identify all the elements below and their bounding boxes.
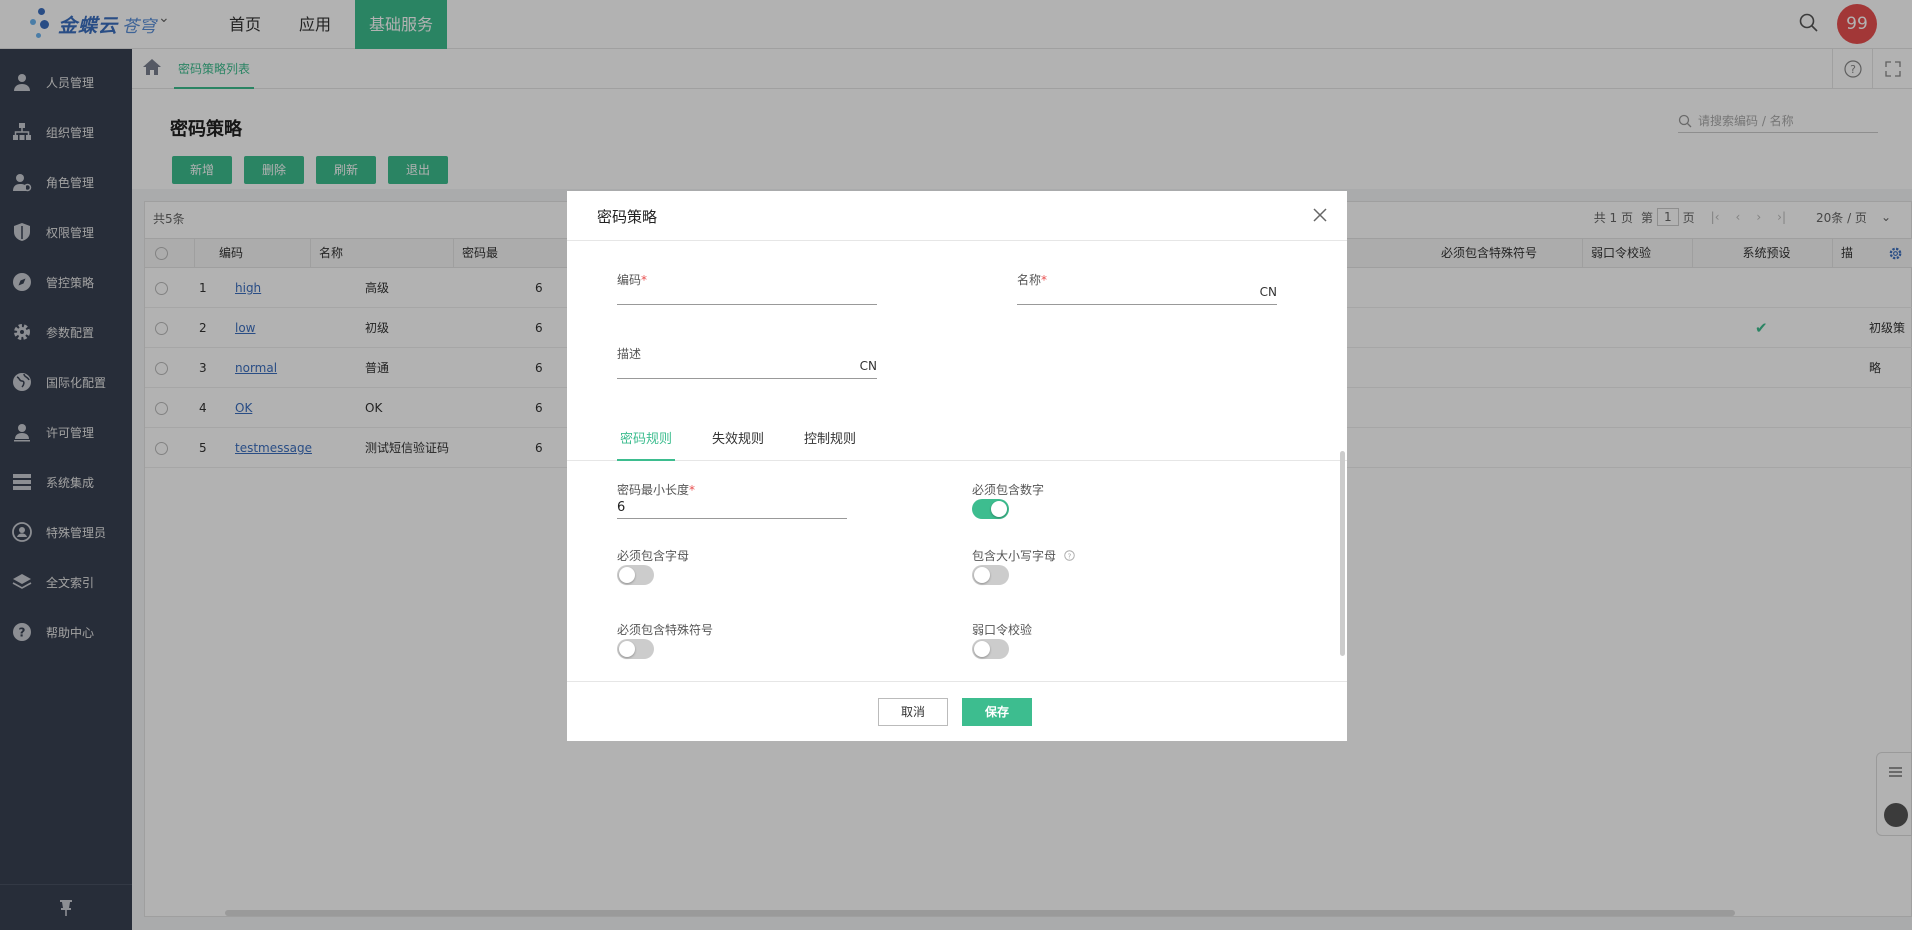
svg-text:?: ? [1067,551,1071,560]
save-button[interactable]: 保存 [962,698,1032,726]
case-label: 包含大小写字母 ? [972,547,1075,564]
special-char-label: 必须包含特殊符号 [617,623,714,637]
dialog-tabs: 密码规则 失效规则 控制规则 [567,419,1347,461]
must-digit-toggle[interactable] [972,499,1009,519]
code-input[interactable] [617,281,877,305]
special-char-toggle[interactable] [617,639,654,659]
weak-password-toggle[interactable] [972,639,1009,659]
tab-password-rules[interactable]: 密码规则 [617,419,676,461]
name-input[interactable]: CN [1017,281,1277,305]
min-length-input[interactable]: 6 [617,495,847,519]
must-letter-toggle[interactable] [617,565,654,585]
case-label-text: 包含大小写字母 [972,549,1057,563]
tab-control-rules[interactable]: 控制规则 [804,419,856,461]
case-toggle[interactable] [972,565,1009,585]
must-letter-label: 必须包含字母 [617,549,690,563]
help-icon[interactable]: ? [1064,550,1075,561]
dialog-scrollbar[interactable] [1340,451,1345,656]
language-toggle[interactable]: CN [860,359,877,373]
password-policy-dialog: 密码策略 编码* 名称* CN 描述 CN 密码规则 失效规则 控制规则 密码最… [567,191,1347,741]
description-input[interactable]: CN [617,355,877,379]
weak-password-label: 弱口令校验 [972,623,1033,637]
cancel-button[interactable]: 取消 [878,698,948,726]
tab-expiry-rules[interactable]: 失效规则 [712,419,764,461]
must-digit-label: 必须包含数字 [972,483,1045,497]
dialog-footer: 取消 保存 [567,681,1347,741]
close-icon[interactable] [1312,207,1328,223]
dialog-title: 密码策略 [597,208,658,226]
dialog-header: 密码策略 [567,191,1347,241]
language-toggle[interactable]: CN [1260,285,1277,299]
